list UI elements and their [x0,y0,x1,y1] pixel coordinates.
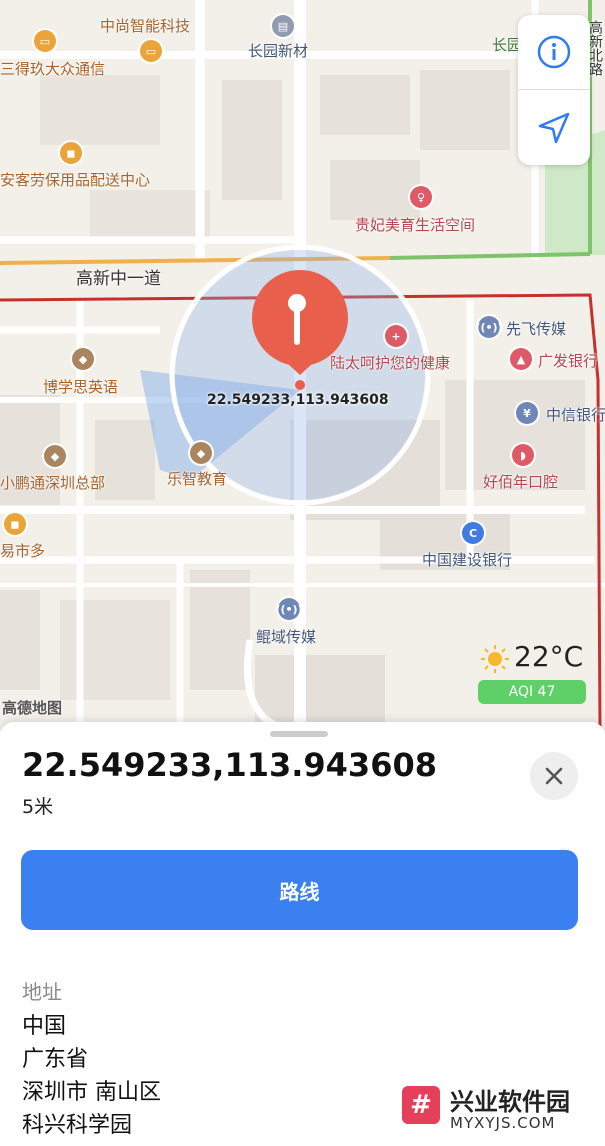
poi-label[interactable]: 贵妃美育生活空间 [355,214,475,235]
poi-label[interactable]: 好佰年口腔 [483,471,558,492]
aqi-badge: AQI 47 [478,680,586,704]
map-provider-logo: 高德地图 [2,699,63,717]
poi-label[interactable]: 三得玖大众通信 [0,58,105,79]
poi-label[interactable]: 易市多 [0,540,45,561]
watermark-logo: # [402,1086,440,1124]
tv-icon[interactable]: ▭ [34,30,56,52]
watermark-url: MYXYJS.COM [450,1114,556,1132]
address-line: 科兴科学园 [22,1113,133,1138]
map-controls [518,15,590,165]
address-line: 中国 [22,1014,67,1039]
beauty-icon[interactable]: ♀ [410,186,432,208]
radio-tower-icon[interactable]: ((•)) [475,316,503,338]
poi-label[interactable]: 先飞传媒 [506,318,566,339]
radio-tower-icon[interactable]: ((•)) [275,598,303,620]
graduation-cap-icon[interactable]: ◆ [72,348,94,370]
accuracy-text: 5米 [22,796,54,818]
address-label: 地址 [22,980,62,1004]
poi-label[interactable]: 中信银行 [546,404,605,425]
map-view[interactable]: 高新中一道 高新北路 ▭ 中尚智能科技 ▤ 长园新材 长园 ▭ 三得玖大众通信 … [0,0,605,730]
control-divider [518,89,590,90]
bank-icon[interactable]: ¥ [516,402,538,424]
sheet-drag-handle[interactable] [270,731,328,737]
location-arrow-icon [538,112,570,144]
temperature: 22°C [514,640,584,673]
tooth-icon[interactable]: ◗ [512,444,534,466]
bag-icon[interactable]: ◼ [60,142,82,164]
location-title: 22.549233,113.943608 [22,746,437,784]
road-label-gaoxin-zhong-yi: 高新中一道 [76,269,161,289]
poi-label[interactable]: 鲲域传媒 [256,626,316,647]
poi-label[interactable]: 安客劳保用品配送中心 [0,169,150,190]
graduation-cap-icon[interactable]: ◆ [44,445,66,467]
poi-label[interactable]: 中国建设银行 [422,549,512,570]
watermark-name: 兴业软件园 [450,1088,570,1116]
weather-widget[interactable]: 22°C AQI 47 [476,636,592,708]
pin-coordinate-label: 22.549233,113.943608 [207,392,389,408]
graduation-cap-icon[interactable]: ◆ [190,442,212,464]
poi-label[interactable]: 乐智教育 [167,468,227,489]
poi-label[interactable]: 陆太呵护您的健康 [330,352,450,373]
bank-icon[interactable]: ▲ [510,348,532,370]
info-button[interactable] [518,15,590,89]
locate-button[interactable] [518,91,590,165]
address-line: 广东省 [22,1047,89,1072]
info-icon [537,35,571,69]
poi-label[interactable]: 中尚智能科技 [100,15,190,36]
bank-icon[interactable]: C [462,522,484,544]
route-button[interactable]: 路线 [21,850,578,930]
medical-icon[interactable]: + [385,325,407,347]
close-button[interactable] [530,752,578,800]
poi-label[interactable]: 广发银行 [538,350,598,371]
location-sheet: 22.549233,113.943608 5米 路线 地址 中国 广东省 深圳市… [0,722,605,1146]
building-icon[interactable]: ▤ [272,15,294,37]
close-icon [545,767,563,785]
tv-icon[interactable]: ▭ [140,40,162,62]
poi-label[interactable]: 博学思英语 [43,376,118,397]
sun-icon [481,645,509,673]
shop-icon[interactable]: ◼ [4,513,26,535]
poi-label[interactable]: 长园新材 [248,40,308,61]
watermark: # 兴业软件园 MYXYJS.COM [390,1072,605,1146]
poi-label[interactable]: 小鹏通深圳总部 [0,472,105,493]
address-line: 深圳市 南山区 [22,1080,161,1105]
